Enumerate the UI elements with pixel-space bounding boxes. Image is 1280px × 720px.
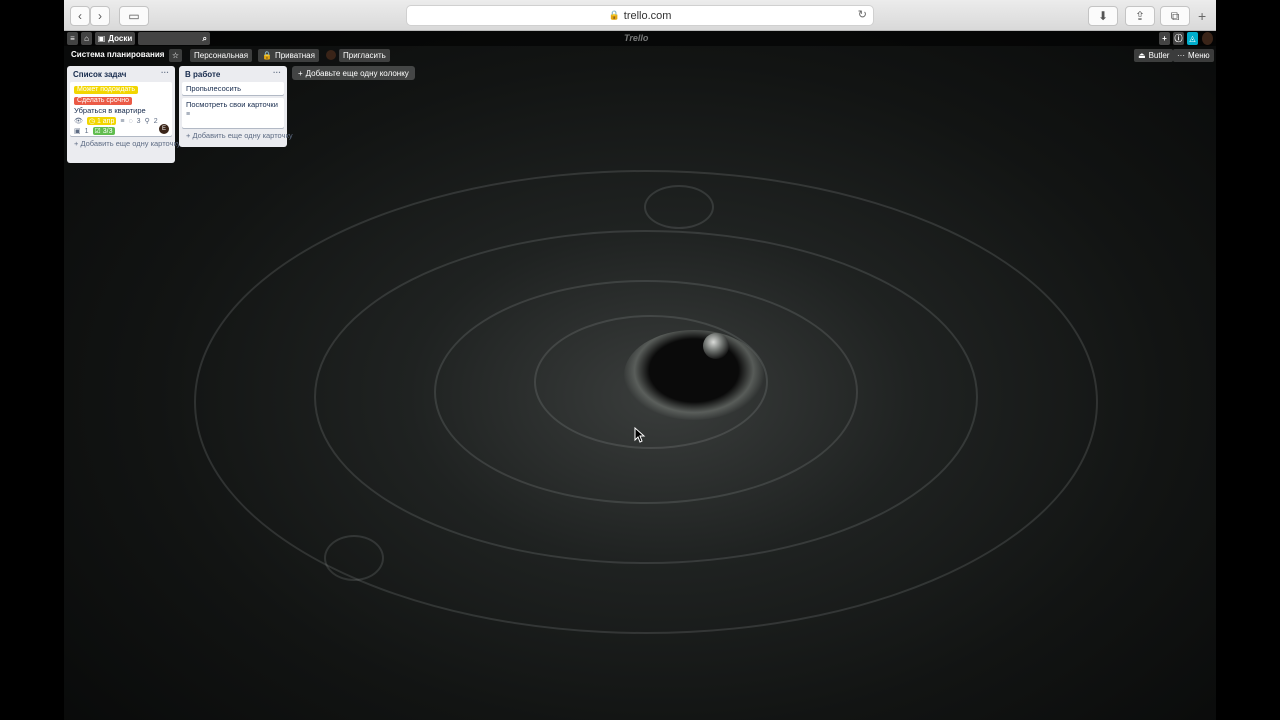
attachment-count: 2 [153, 117, 158, 125]
invite-button[interactable]: Пригласить [339, 49, 390, 62]
sidebar-icon: ▭ [128, 9, 140, 23]
checklist-label: 3/3 [102, 128, 113, 135]
board-title[interactable]: Система планирования [71, 50, 164, 59]
description-icon: ≡ [186, 111, 191, 118]
home-icon[interactable]: ⌂ [81, 32, 92, 45]
boards-button[interactable]: ▣ Доски [95, 32, 135, 45]
apps-menu-icon[interactable]: ≡ [67, 32, 78, 45]
lock-icon: 🔒 [608, 10, 620, 20]
water-droplet [703, 333, 729, 359]
board-icon: ▣ [97, 34, 106, 43]
trello-logo: Trello [624, 33, 649, 43]
trello-header: ≡ ⌂ ▣ Доски ⌕ Trello + ⓘ ◬ [64, 31, 1216, 46]
description-icon: ≡ [120, 117, 125, 125]
member-avatar[interactable] [326, 50, 336, 60]
butler-icon: ⏏ [1138, 51, 1146, 60]
add-card-button[interactable]: + Добавить еще одну карточку [186, 131, 293, 140]
lock-icon: 🔒 [262, 51, 272, 60]
tabs-icon: ⧉ [1170, 8, 1180, 23]
menu-label: Меню [1188, 51, 1210, 60]
add-list-button[interactable]: + Добавьте еще одну колонку [292, 66, 415, 80]
list-menu-icon[interactable]: ··· [273, 68, 281, 77]
add-card-label: Добавить еще одну карточку [192, 131, 293, 140]
comment-icon: ◌ [128, 117, 133, 125]
reload-icon[interactable]: ↻ [858, 8, 867, 21]
card-badges: ≡ [186, 111, 280, 118]
butler-label: Butler [1148, 51, 1170, 60]
team-button[interactable]: Персональная [190, 49, 253, 62]
card-badges: 👁 ◷ 1 апр ≡ ◌ 3 ⚲ 2 [74, 117, 168, 125]
share-button[interactable]: ⇪ [1125, 6, 1155, 26]
create-icon[interactable]: + [1159, 32, 1170, 45]
boards-label: Доски [108, 34, 133, 43]
comment-count: 3 [136, 117, 141, 125]
search-input[interactable]: ⌕ [138, 32, 210, 45]
checklist-badge: ☑ 3/3 [92, 127, 115, 135]
notification-bell-icon[interactable]: ◬ [1187, 32, 1198, 45]
butler-button[interactable]: ⏏ Butler [1134, 49, 1174, 62]
address-bar[interactable]: 🔒 trello.com ↻ [406, 5, 874, 26]
back-button[interactable]: ‹ [70, 6, 90, 26]
attachment-icon: ⚲ [144, 118, 150, 125]
star-icon[interactable]: ☆ [169, 49, 182, 62]
url-text: trello.com [623, 9, 672, 22]
browser-toolbar: ‹ › ▭ 🔒 trello.com ↻ ⬇ ⇪ ⧉ + [64, 0, 1216, 31]
label-urgent[interactable]: Сделать срочно [74, 97, 132, 105]
search-icon: ⌕ [202, 33, 207, 43]
forward-button[interactable]: › [90, 6, 110, 26]
list-todo[interactable]: Список задач ··· Может подождать Сделать… [67, 66, 181, 163]
due-date-badge[interactable]: ◷ 1 апр [86, 117, 117, 125]
card-vacuum[interactable]: Пропылесосить [182, 82, 284, 95]
watch-icon: 👁 [74, 118, 83, 125]
user-avatar[interactable] [1202, 32, 1213, 45]
add-card-button[interactable]: + Добавить еще одну карточку [74, 139, 181, 148]
visibility-button[interactable]: 🔒 Приватная [258, 49, 319, 62]
tabs-button[interactable]: ⧉ [1160, 6, 1190, 26]
add-card-label: Добавить еще одну карточку [80, 139, 181, 148]
browser-window: ‹ › ▭ 🔒 trello.com ↻ ⬇ ⇪ ⧉ + ≡ ⌂ ▣ Доски [64, 0, 1216, 720]
background-ripple [324, 535, 384, 581]
list-menu-icon[interactable]: ··· [161, 68, 169, 77]
list-in-progress[interactable]: В работе ··· Пропылесосить Посмотреть св… [179, 66, 293, 147]
show-menu-button[interactable]: ··· Меню [1173, 49, 1214, 62]
board-header: Система планирования ☆ Персональная 🔒 Пр… [64, 48, 1216, 64]
card-title: Убраться в квартире [74, 106, 146, 115]
downloads-button[interactable]: ⬇ [1088, 6, 1118, 26]
more-icon: ··· [1177, 51, 1185, 60]
label-can-wait[interactable]: Может подождать [74, 86, 139, 94]
background-ripple [644, 185, 714, 229]
list-header: Список задач ··· [73, 68, 169, 79]
card-icon: ▣ [74, 128, 81, 135]
card-title: Пропылесосить [186, 84, 242, 93]
card-view-cards[interactable]: Посмотреть свои карточки ≡ [182, 98, 284, 128]
info-icon[interactable]: ⓘ [1173, 32, 1184, 45]
card-title: Посмотреть свои карточки [186, 100, 278, 109]
due-date-label: 1 апр [96, 118, 115, 125]
water-drop-background [624, 330, 764, 420]
card-badges-row-2: ▣ 1 ☑ 3/3 [74, 127, 168, 135]
download-icon: ⬇ [1097, 9, 1109, 23]
sidebar-toggle-button[interactable]: ▭ [119, 6, 149, 26]
share-icon: ⇪ [1134, 9, 1146, 23]
list-header: В работе ··· [185, 68, 281, 79]
list-title[interactable]: В работе [185, 70, 220, 79]
visibility-label: Приватная [274, 51, 315, 60]
chevron-right-icon: › [98, 9, 102, 23]
add-list-label: Добавьте еще одну колонку [305, 68, 409, 78]
avatar[interactable]: Е [159, 124, 169, 134]
chevron-left-icon: ‹ [78, 9, 82, 23]
mouse-cursor-icon [634, 427, 646, 443]
new-tab-icon[interactable]: + [1198, 8, 1206, 24]
card-clean-apartment[interactable]: Может подождать Сделать срочно Убраться … [70, 82, 172, 136]
list-title[interactable]: Список задач [73, 70, 126, 79]
card-count: 1 [84, 127, 89, 135]
